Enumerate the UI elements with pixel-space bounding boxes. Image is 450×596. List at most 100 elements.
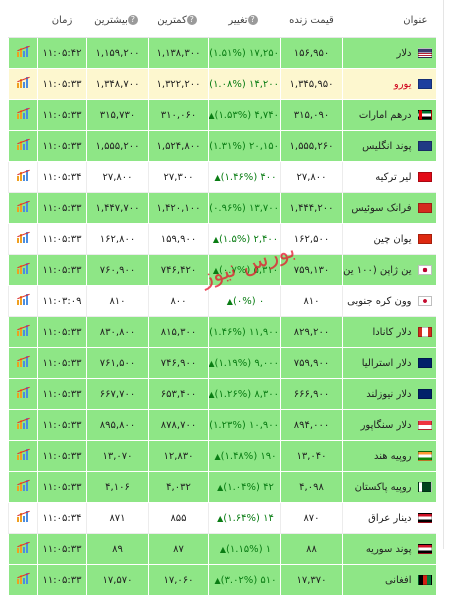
table-row[interactable]: وون کره جنوبی ۸۱۰ ۰ (۰%)▲ ۸۰۰ ۸۱۰ ۱۱:۰۳:۰۹ xyxy=(8,285,436,317)
help-icon[interactable]: ? xyxy=(127,15,138,25)
table-row[interactable]: دلار نیوزلند ۶۶۶,۹۰۰ ۸,۳۰۰ (۱.۲۶%)▲ ۶۵۳,۴۰۰… xyxy=(8,378,436,410)
chart-icon[interactable] xyxy=(16,200,30,212)
low-cell: ۷۴۶,۴۲۰ xyxy=(148,254,209,286)
chart-cell[interactable] xyxy=(8,533,38,565)
currency-name-cell[interactable]: دلار xyxy=(342,37,436,69)
currency-name-cell[interactable]: روپیه پاکستان xyxy=(342,471,436,503)
table-row[interactable]: درهم امارات ۳۱۵,۰۹۰ ۴,۷۴۰ (۱.۵۳%)▲ ۳۱۰,۰۶۰ ۳… xyxy=(8,99,436,131)
chart-cell[interactable] xyxy=(8,285,38,317)
header-time[interactable]: زمان xyxy=(37,4,87,38)
live-price-cell: ۱,۵۵۵,۲۶۰ xyxy=(280,130,343,162)
chart-icon[interactable] xyxy=(16,231,30,243)
currency-name-cell[interactable]: افغانی xyxy=(342,564,436,596)
chart-cell[interactable] xyxy=(8,99,38,131)
currency-name-cell[interactable]: دلار استرالیا xyxy=(342,347,436,379)
chart-cell[interactable] xyxy=(8,254,38,286)
table-row[interactable]: پوند انگلیس ۱,۵۵۵,۲۶۰۲۰,۱۵۰ (۱.۳۱%)▲۱,۵۲۴… xyxy=(8,130,436,162)
chart-icon[interactable] xyxy=(16,510,30,522)
currency-name-cell[interactable]: روپیه هند xyxy=(342,440,436,472)
chart-icon[interactable] xyxy=(16,417,30,429)
flag-icon xyxy=(417,140,432,151)
table-row[interactable]: یورو ۱,۳۴۵,۹۵۰۱۴,۲۰۰ (۱.۰۸%)▲۱,۳۲۲,۲۰۰۱,۳… xyxy=(8,68,436,100)
chart-icon[interactable] xyxy=(16,386,30,398)
chart-cell[interactable] xyxy=(8,68,38,100)
chart-icon[interactable] xyxy=(16,293,30,305)
chart-cell[interactable] xyxy=(8,378,38,410)
chart-icon[interactable] xyxy=(16,355,30,367)
chart-icon[interactable] xyxy=(16,448,30,460)
currency-name: یوان چین xyxy=(373,233,412,245)
table-row[interactable]: ین ژاپن (۱۰۰ ین)۷۵۹,۱۳۰۵,۳۱۰ (۰.۷%)▲۷۴۶,… xyxy=(8,254,436,286)
low-cell: ۸۵۵ xyxy=(148,502,209,534)
table-row[interactable]: دلار استرالیا ۷۵۹,۹۰۰ ۹,۰۰۰ (۱.۱۹%)▲ ۷۴۶,۹۰… xyxy=(8,347,436,379)
chart-icon[interactable] xyxy=(16,107,30,119)
chart-cell[interactable] xyxy=(8,37,38,69)
header-live-price[interactable]: قیمت زنده xyxy=(280,4,343,38)
chart-icon[interactable] xyxy=(16,262,30,274)
table-body: دلار ۱۵۶,۹۵۰۱۷,۲۵۰ (۱.۵۱%)▲۱,۱۳۸,۳۰۰۱,۱۵۹… xyxy=(8,37,436,596)
change-cell: ۲۰,۱۵۰ (۱.۳۱%)▲ xyxy=(208,130,281,162)
table-row[interactable]: فرانک سوئیس ۱,۴۴۴,۲۰۰۱۳,۷۰۰ (۰.۹۶%)▲۱,۴۲۰… xyxy=(8,192,436,224)
currency-name-cell[interactable]: پوند انگلیس xyxy=(342,130,436,162)
currency-name-cell[interactable]: یورو xyxy=(342,68,436,100)
table-row[interactable]: روپیه پاکستان ۴,۰۹۸ ۴۲ (۱.۰۴%)▲ ۴,۰۳۲ ۴,۱۰۶ ۱… xyxy=(8,471,436,503)
chart-icon[interactable] xyxy=(16,138,30,150)
chart-icon[interactable] xyxy=(16,572,30,584)
currency-price-table-page: عنوان قیمت زنده ?تغییر ?کمترین ?بیشترین … xyxy=(0,0,450,596)
table-row[interactable]: روپیه هند ۱۳,۰۴۰ ۱۹۰ (۱.۴۸%)▲ ۱۲,۸۳۰ ۱۳,۰۷۰ ۱… xyxy=(8,440,436,472)
chart-icon[interactable] xyxy=(16,76,30,88)
currency-name-cell[interactable]: ین ژاپن (۱۰۰ ین) xyxy=(342,254,436,286)
table-row[interactable]: یوان چین ۱۶۲,۵۰۰ ۲,۴۰۰ (۱.۵%)▲ ۱۵۹,۹۰۰ ۱۶۲,۸… xyxy=(8,223,436,255)
currency-name-cell[interactable]: پوند سوریه xyxy=(342,533,436,565)
flag-icon xyxy=(417,388,432,399)
flag-icon xyxy=(417,47,432,58)
table-row[interactable]: دلار کانادا ۸۲۹,۲۰۰۱۱,۹۰۰ (۱.۴۶%)▲۸۱۵,۳۰۰… xyxy=(8,316,436,348)
header-high[interactable]: ?بیشترین xyxy=(86,4,149,38)
currency-name-cell[interactable]: فرانک سوئیس xyxy=(342,192,436,224)
help-icon[interactable]: ? xyxy=(247,15,258,25)
chart-cell[interactable] xyxy=(8,471,38,503)
chart-cell[interactable] xyxy=(8,316,38,348)
header-change[interactable]: ?تغییر xyxy=(208,4,281,38)
table-row[interactable]: افغانی ۱۷,۳۷۰ ۵۱۰ (۳.۰۲%)▲ ۱۷,۰۶۰ ۱۷,۵۷۰ ۱۱:۰… xyxy=(8,564,436,596)
chart-icon[interactable] xyxy=(16,169,30,181)
time-cell: ۱۱:۰۵:۳۳ xyxy=(37,409,87,441)
table-row[interactable]: دلار ۱۵۶,۹۵۰۱۷,۲۵۰ (۱.۵۱%)▲۱,۱۳۸,۳۰۰۱,۱۵۹… xyxy=(8,37,436,69)
chart-cell[interactable] xyxy=(8,223,38,255)
chart-cell[interactable] xyxy=(8,409,38,441)
table-row[interactable]: دلار سنگاپور ۸۹۴,۰۰۰۱۰,۹۰۰ (۱.۲۳%)▲۸۷۸,۷۰… xyxy=(8,409,436,441)
currency-name-cell[interactable]: وون کره جنوبی xyxy=(342,285,436,317)
help-icon[interactable]: ? xyxy=(186,15,197,25)
chart-icon[interactable] xyxy=(16,541,30,553)
chart-icon[interactable] xyxy=(16,45,30,57)
currency-name-cell[interactable]: دینار عراق xyxy=(342,502,436,534)
currency-name: فرانک سوئیس xyxy=(351,202,412,214)
change-cell: ۱۴ (۱.۶۴%)▲ xyxy=(208,502,281,534)
currency-name-cell[interactable]: دلار کانادا xyxy=(342,316,436,348)
chart-cell[interactable] xyxy=(8,192,38,224)
currency-name-cell[interactable]: دلار نیوزلند xyxy=(342,378,436,410)
right-border xyxy=(443,0,444,549)
currency-name-cell[interactable]: دلار سنگاپور xyxy=(342,409,436,441)
table-row[interactable]: دینار عراق ۸۷۰ ۱۴ (۱.۶۴%)▲ ۸۵۵ ۸۷۱ ۱۱:۰۵:۳۴ xyxy=(8,502,436,534)
chart-cell[interactable] xyxy=(8,347,38,379)
currency-name-cell[interactable]: درهم امارات xyxy=(342,99,436,131)
time-cell: ۱۱:۰۵:۳۳ xyxy=(37,192,87,224)
header-low[interactable]: ?کمترین xyxy=(148,4,209,38)
chart-icon[interactable] xyxy=(16,479,30,491)
currency-name: دلار نیوزلند xyxy=(366,388,412,400)
chart-cell[interactable] xyxy=(8,161,38,193)
chart-icon[interactable] xyxy=(16,324,30,336)
high-cell: ۱۳,۰۷۰ xyxy=(86,440,149,472)
chart-cell[interactable] xyxy=(8,502,38,534)
chart-cell[interactable] xyxy=(8,440,38,472)
table-row[interactable]: پوند سوریه ۸۸ ۱ (۱.۱۵%)▲ ۸۷ ۸۹ ۱۱:۰۵:۳۳ xyxy=(8,533,436,565)
high-cell: ۸۹۵,۸۰۰ xyxy=(86,409,149,441)
table-row[interactable]: لیر ترکیه ۲۷,۸۰۰ ۴۰۰ (۱.۴۶%)▲ ۲۷,۳۰۰ ۲۷,۸۰۰ ۱… xyxy=(8,161,436,193)
chart-cell[interactable] xyxy=(8,130,38,162)
currency-name-cell[interactable]: یوان چین xyxy=(342,223,436,255)
chart-cell[interactable] xyxy=(8,564,38,596)
flag-icon xyxy=(417,326,432,337)
currency-name-cell[interactable]: لیر ترکیه xyxy=(342,161,436,193)
header-name[interactable]: عنوان xyxy=(342,4,436,38)
